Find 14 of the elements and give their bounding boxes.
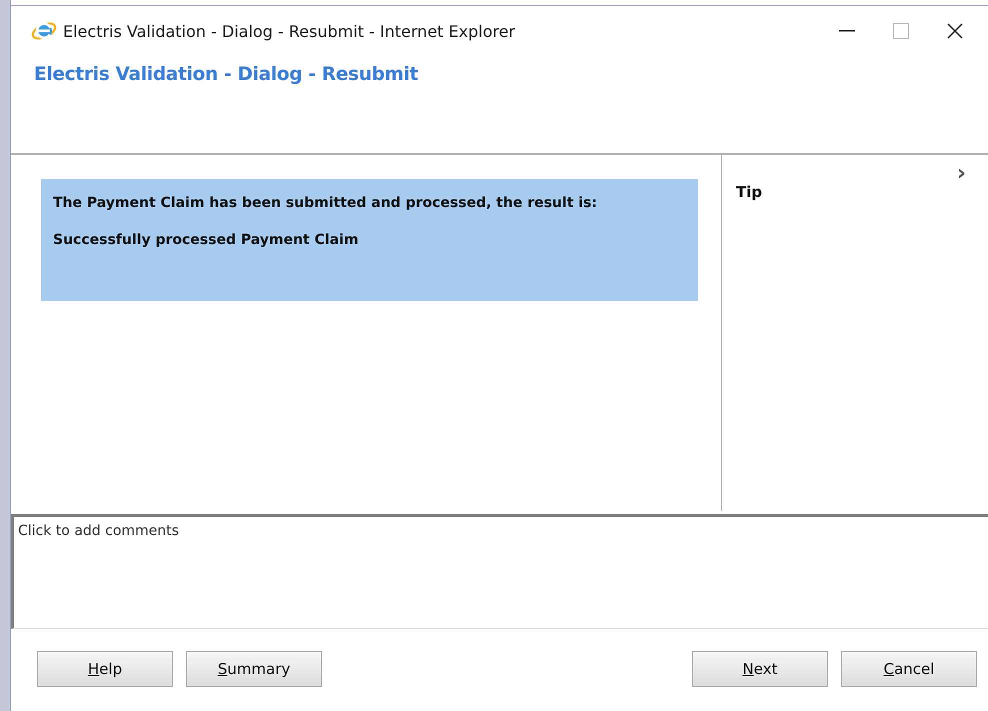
dialog-button[interactable]: Cancel bbox=[841, 651, 977, 687]
minimize-icon bbox=[839, 30, 855, 32]
message-text: Successfully processed Payment Claim bbox=[53, 232, 360, 248]
dialog-heading: Electris Validation - Dialog - Resubmit bbox=[33, 63, 420, 87]
dialog-button[interactable]: Next bbox=[692, 651, 828, 687]
expand-button[interactable]: › bbox=[956, 161, 966, 186]
message-text: The Payment Claim has been submitted and processed, the result is: bbox=[53, 195, 598, 211]
window-title: Electris Validation - Dialog - Resubmit - Internet Explorer bbox=[63, 22, 516, 40]
close-icon bbox=[947, 23, 963, 39]
comments-field[interactable]: Click to add comments bbox=[11, 514, 988, 629]
maximize-icon bbox=[893, 23, 909, 39]
dialog-button[interactable]: Summary bbox=[186, 651, 322, 687]
tip-title: Tip bbox=[736, 183, 764, 201]
dialog-button[interactable]: Help bbox=[37, 651, 173, 687]
